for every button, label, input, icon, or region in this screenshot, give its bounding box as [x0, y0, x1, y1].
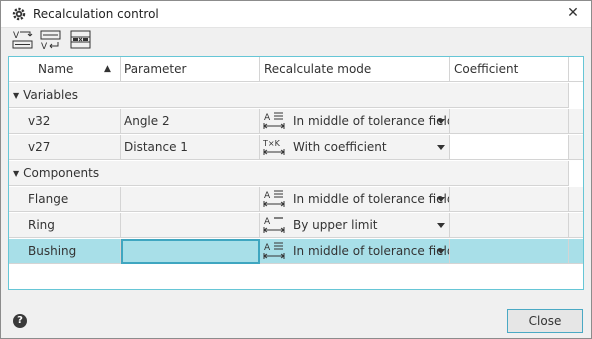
svg-text:V: V [41, 42, 48, 50]
collapse-icon[interactable]: ▼ [13, 83, 19, 107]
column-header-name[interactable]: Name ▲ [9, 57, 121, 82]
close-button[interactable]: Close [507, 309, 583, 333]
components-recalc-button[interactable] [67, 28, 93, 50]
parameters-recalc-icon: V [40, 30, 61, 50]
variables-recalc-button[interactable]: V [9, 28, 35, 50]
tolerance-upper-icon: A [263, 217, 285, 233]
row-name: Flange [9, 187, 121, 212]
tolerance-middle-icon: A [263, 112, 285, 129]
group-label: Components [23, 166, 100, 180]
close-icon[interactable]: ✕ [565, 5, 581, 21]
chevron-down-icon[interactable] [437, 223, 445, 228]
table-row-selected[interactable]: Bushing A In middle of tolerance field [9, 239, 583, 265]
mode-select[interactable]: A By upper limit [260, 213, 450, 238]
row-filler [569, 239, 583, 264]
recalculation-dialog: Recalculation control ✕ V V Name ▲ Param… [0, 0, 592, 339]
column-header-coefficient[interactable]: Coefficient [450, 57, 569, 82]
tolerance-middle-icon: A [263, 190, 285, 207]
mode-value: In middle of tolerance field [293, 192, 450, 206]
mode-value: With coefficient [293, 140, 387, 154]
row-coefficient[interactable] [450, 213, 569, 238]
mode-value: By upper limit [293, 218, 378, 232]
column-header-parameter[interactable]: Parameter [121, 57, 260, 82]
mode-select[interactable]: A In middle of tolerance field [260, 109, 450, 134]
group-label: Variables [23, 88, 78, 102]
mode-select[interactable]: A In middle of tolerance field [260, 239, 450, 264]
row-filler [569, 135, 583, 160]
table-row[interactable]: v32 Angle 2 A In middle of tolerance fie… [9, 109, 583, 135]
table-row[interactable]: v27 Distance 1 T×K With coefficient [9, 135, 583, 161]
row-parameter[interactable] [121, 187, 260, 212]
sort-ascending-icon: ▲ [104, 64, 111, 74]
mode-value: In middle of tolerance field [293, 244, 450, 258]
table-row[interactable]: Ring A By upper limit [9, 213, 583, 239]
row-name: v27 [9, 135, 121, 160]
parameters-recalc-button[interactable]: V [37, 28, 63, 50]
row-parameter[interactable]: Distance 1 [121, 135, 260, 160]
chevron-down-icon[interactable] [437, 119, 445, 124]
parameter-input[interactable] [121, 239, 260, 264]
chevron-down-icon[interactable] [437, 197, 445, 202]
recalc-table: Name ▲ Parameter Recalculate mode Coeffi… [8, 56, 584, 290]
tolerance-coefficient-icon: T×K [263, 139, 285, 155]
row-filler [569, 213, 583, 238]
mode-value: In middle of tolerance field [293, 114, 450, 128]
chevron-down-icon[interactable] [437, 249, 445, 254]
chevron-down-icon[interactable] [437, 145, 445, 150]
table-row[interactable]: Flange A In middle of tolerance field [9, 187, 583, 213]
row-coefficient[interactable] [450, 109, 569, 134]
column-header-filler [569, 57, 583, 82]
row-filler [569, 187, 583, 212]
row-coefficient[interactable] [450, 239, 569, 264]
name-header-label: Name [38, 62, 74, 76]
group-row-components[interactable]: ▼ Components [9, 161, 583, 187]
row-parameter[interactable] [121, 213, 260, 238]
mode-select[interactable]: A In middle of tolerance field [260, 187, 450, 212]
svg-text:T×K: T×K [263, 139, 281, 148]
row-coefficient[interactable] [450, 187, 569, 212]
help-icon[interactable]: ? [13, 314, 27, 328]
svg-text:A: A [264, 243, 271, 253]
window-title: Recalculation control [33, 7, 159, 21]
row-filler [569, 109, 583, 134]
group-row-variables[interactable]: ▼ Variables [9, 83, 583, 109]
collapse-icon[interactable]: ▼ [13, 161, 19, 185]
row-name: Bushing [9, 239, 121, 264]
tolerance-middle-icon: A [263, 242, 285, 259]
gear-icon [11, 6, 27, 22]
svg-text:A: A [264, 217, 271, 227]
svg-text:A: A [264, 113, 271, 123]
svg-text:A: A [264, 191, 271, 201]
components-recalc-icon [70, 30, 91, 49]
row-name: v32 [9, 109, 121, 134]
svg-text:V: V [13, 31, 20, 41]
row-name: Ring [9, 213, 121, 238]
mode-select[interactable]: T×K With coefficient [260, 135, 450, 160]
title-bar: Recalculation control ✕ [1, 1, 591, 28]
variables-recalc-icon: V [12, 31, 33, 49]
row-parameter[interactable]: Angle 2 [121, 109, 260, 134]
column-header-mode[interactable]: Recalculate mode [260, 57, 450, 82]
coefficient-input[interactable] [450, 135, 569, 160]
table-header: Name ▲ Parameter Recalculate mode Coeffi… [9, 57, 583, 83]
